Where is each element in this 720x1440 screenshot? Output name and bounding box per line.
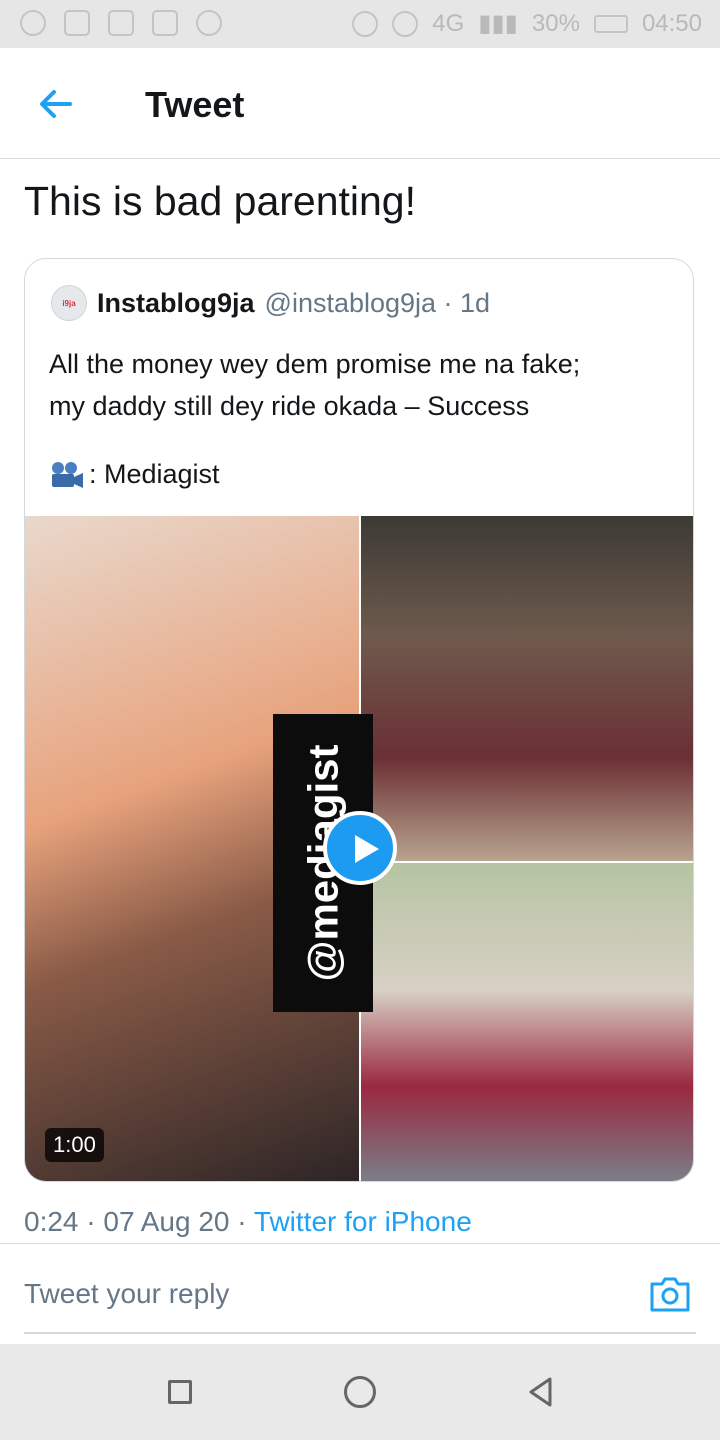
status-notification-icons [20, 10, 222, 36]
battery-icon [593, 14, 628, 33]
author-handle: @instablog9ja · 1d [264, 287, 491, 318]
avatar[interactable]: i9ja [51, 285, 87, 321]
moon-icon [352, 10, 379, 37]
author-name: Instablog9ja [97, 287, 255, 318]
camera-icon[interactable] [648, 1274, 692, 1314]
alarm-icon [392, 10, 419, 37]
battery-percent: 30% [531, 9, 580, 37]
image-icon [152, 10, 178, 36]
body-line-1: All the money wey dem promise me na fake… [49, 349, 581, 379]
system-nav-bar [0, 1344, 720, 1440]
media-credit: : Mediagist [49, 459, 220, 490]
status-system-icons: 4G ▮▮▮ 30% 04:50 [352, 9, 702, 38]
quoted-tweet-card[interactable]: i9ja Instablog9ja @instablog9ja · 1d All… [24, 258, 694, 1182]
volume-icon [20, 10, 46, 36]
shield-icon [108, 10, 134, 36]
source-app-link[interactable]: Twitter for iPhone [254, 1206, 472, 1237]
home-icon[interactable] [344, 1376, 376, 1408]
tweet-timestamp: 0:24 · 07 Aug 20 · [24, 1206, 254, 1237]
network-label: 4G [432, 9, 465, 37]
quoted-tweet-header: i9ja Instablog9ja @instablog9ja · 1d [51, 285, 490, 321]
reply-input[interactable]: Tweet your reply [24, 1278, 229, 1310]
quoted-tweet-body: All the money wey dem promise me na fake… [49, 343, 669, 427]
status-bar: 4G ▮▮▮ 30% 04:50 [0, 0, 720, 48]
reply-underline [24, 1332, 696, 1334]
whatsapp-icon [196, 10, 222, 36]
clock: 04:50 [641, 9, 702, 37]
video-frame-bottom-right [361, 863, 693, 1181]
document-icon [64, 10, 90, 36]
video-media[interactable]: @mediagist 1:00 [25, 516, 693, 1181]
back-arrow-icon[interactable] [36, 84, 76, 124]
video-frame-top-right [361, 516, 693, 861]
nav-back-icon[interactable] [526, 1376, 556, 1408]
tweet-text: This is bad parenting! [24, 178, 417, 224]
body-line-2: my daddy still dey ride okada – Success [49, 391, 530, 421]
recents-icon[interactable] [168, 1380, 192, 1404]
signal-icon: ▮▮▮ [478, 10, 518, 37]
video-duration: 1:00 [45, 1128, 104, 1162]
tweet-meta: 0:24 · 07 Aug 20 · Twitter for iPhone [24, 1206, 472, 1238]
page-title: Tweet [145, 84, 245, 125]
play-icon [355, 835, 379, 863]
play-button[interactable] [323, 811, 397, 885]
divider [0, 1243, 720, 1244]
app-header: Tweet [0, 48, 720, 159]
movie-camera-icon [52, 461, 83, 488]
credit-text: : Mediagist [89, 459, 220, 489]
